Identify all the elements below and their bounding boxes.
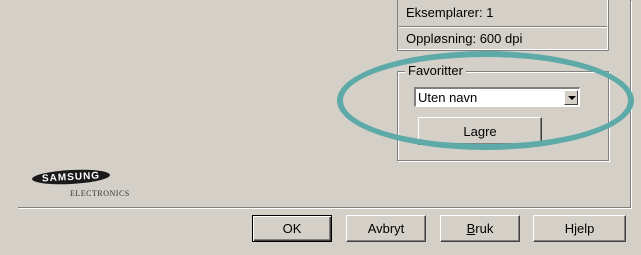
apply-button[interactable]: Bruk — [440, 215, 520, 242]
summary-divider — [399, 26, 607, 28]
ok-label: OK — [282, 221, 302, 236]
help-button[interactable]: Hjelp — [533, 215, 626, 242]
help-label: Hjelp — [564, 221, 595, 236]
brand-name: SAMSUNG — [31, 167, 111, 187]
apply-label: Bruk — [467, 221, 494, 236]
copies-text: Eksemplarer: 1 — [406, 5, 494, 20]
ok-button[interactable]: OK — [252, 215, 332, 242]
samsung-logo: SAMSUNG ELECTRONICS — [31, 167, 130, 198]
brand-sub: ELECTRONICS — [70, 189, 130, 198]
printer-properties-dialog: Eksemplarer: 1 Oppløsning: 600 dpi Favor… — [0, 0, 641, 255]
settings-summary: Eksemplarer: 1 Oppløsning: 600 dpi — [397, 0, 609, 51]
apply-mnemonic: B — [466, 221, 476, 236]
cancel-button[interactable]: Avbryt — [346, 215, 426, 242]
highlight-ring — [337, 51, 634, 150]
resolution-text: Oppløsning: 600 dpi — [406, 31, 523, 46]
cancel-label: Avbryt — [367, 221, 405, 236]
apply-label-rest: ruk — [475, 221, 494, 236]
